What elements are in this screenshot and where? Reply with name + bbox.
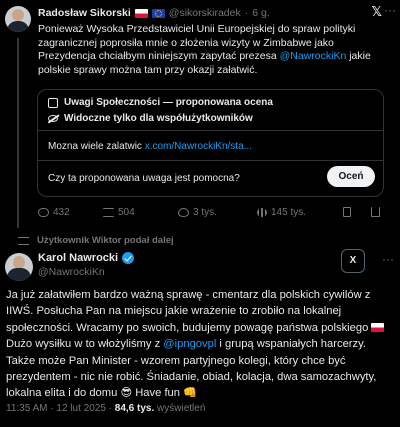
repost-icon: [18, 236, 29, 245]
tweet-header: Karol Nawrocki: [38, 252, 135, 264]
repost-count: 504: [118, 207, 135, 218]
avatar[interactable]: [5, 6, 31, 32]
eye-off-icon: [48, 115, 58, 122]
tweet-text-part: Dużo wysiłku w to włożyliśmy z: [6, 338, 164, 351]
eu-flag-icon: [151, 8, 165, 18]
tweet-header: Radosław Sikorski @sikorskiradek · 6 g.: [38, 7, 270, 19]
views-count: 145 tys.: [271, 207, 307, 218]
dot-separator: ·: [244, 7, 249, 19]
x-logo-icon: 𝕏: [371, 4, 382, 19]
poland-flag-icon: [134, 8, 148, 18]
author-name[interactable]: Karol Nawrocki: [38, 252, 118, 264]
bookmark-icon: [343, 207, 351, 217]
divider: [38, 160, 383, 161]
note-text-prefix: Mozna wiele zalatwic: [48, 141, 145, 152]
tweet-text-part: Have fun: [132, 387, 184, 400]
note-visibility: Widoczne tylko dla współużytkowników: [64, 113, 253, 124]
more-icon[interactable]: ···: [384, 3, 396, 17]
quoted-tweet[interactable]: Radosław Sikorski @sikorskiradek · 6 g. …: [0, 0, 400, 228]
verified-icon: [122, 252, 135, 264]
note-link[interactable]: x.com/NawrockiKn/sta...: [145, 141, 252, 152]
grok-button[interactable]: X: [341, 249, 365, 273]
tweet-meta: 11:35 AM · 12 lut 2025 · 84,6 tys. wyświ…: [6, 403, 205, 414]
like-icon: [178, 208, 189, 217]
views-icon: [257, 208, 267, 217]
repost-label[interactable]: Użytkownik Wiktor podał dalej: [37, 235, 174, 246]
grok-icon: X: [349, 255, 357, 266]
mention-link[interactable]: @ipngovpl: [163, 338, 216, 350]
like-count: 3 tys.: [193, 207, 217, 218]
divider: [38, 130, 383, 131]
note-text: Mozna wiele zalatwic x.com/NawrockiKn/st…: [48, 141, 252, 152]
author-handle[interactable]: @NawrockiKn: [38, 266, 105, 278]
view-count: 84,6 tys.: [114, 403, 155, 414]
tweet-timestamp[interactable]: 11:35 AM · 12 lut 2025 ·: [6, 403, 115, 414]
note-icon: [48, 97, 58, 108]
mention-link[interactable]: @NawrockiKn: [280, 50, 347, 62]
community-note-card: Uwagi Społeczności — proponowana ocena W…: [37, 89, 384, 197]
tweet-text-part: Ja już załatwiłem bardzo ważną sprawę - …: [6, 289, 372, 334]
note-question: Czy ta proponowana uwaga jest pomocna?: [48, 173, 240, 184]
action-bar: 432 504 3 tys. 145 tys.: [38, 207, 390, 221]
share-icon: [371, 207, 380, 217]
author-name[interactable]: Radosław Sikorski: [38, 7, 131, 19]
like-button[interactable]: 3 tys.: [178, 207, 217, 218]
avatar[interactable]: [5, 253, 33, 281]
note-title: Uwagi Społeczności — proponowana ocena: [64, 97, 273, 108]
repost-button[interactable]: 504: [103, 207, 135, 218]
sunglasses-emoji-icon: 😎: [120, 387, 133, 400]
views-label: wyświetleń: [154, 403, 206, 414]
timeline: Radosław Sikorski @sikorskiradek · 6 g. …: [0, 0, 400, 427]
author-handle[interactable]: @sikorskiradek: [169, 7, 241, 19]
repost-indicator: Użytkownik Wiktor podał dalej: [18, 235, 174, 246]
repost-icon: [103, 208, 114, 217]
tweet-text: Ja już załatwiłem bardzo ważną sprawę - …: [6, 287, 396, 402]
thread-line: [17, 38, 19, 228]
fist-emoji-icon: 👊: [183, 387, 198, 400]
tweet-time[interactable]: 6 g.: [252, 7, 270, 19]
reply-count: 432: [53, 207, 70, 218]
poland-flag-icon: [371, 323, 385, 333]
more-icon[interactable]: ···: [382, 252, 394, 266]
views-button[interactable]: 145 tys.: [257, 207, 306, 218]
reply-button[interactable]: 432: [38, 207, 70, 218]
tweet-text: Ponieważ Wysoka Przedstawiciel Unii Euro…: [38, 23, 390, 77]
share-button[interactable]: [371, 207, 380, 217]
reply-icon: [38, 208, 49, 217]
rate-button[interactable]: Oceń: [327, 166, 375, 187]
bookmark-button[interactable]: [343, 207, 351, 217]
